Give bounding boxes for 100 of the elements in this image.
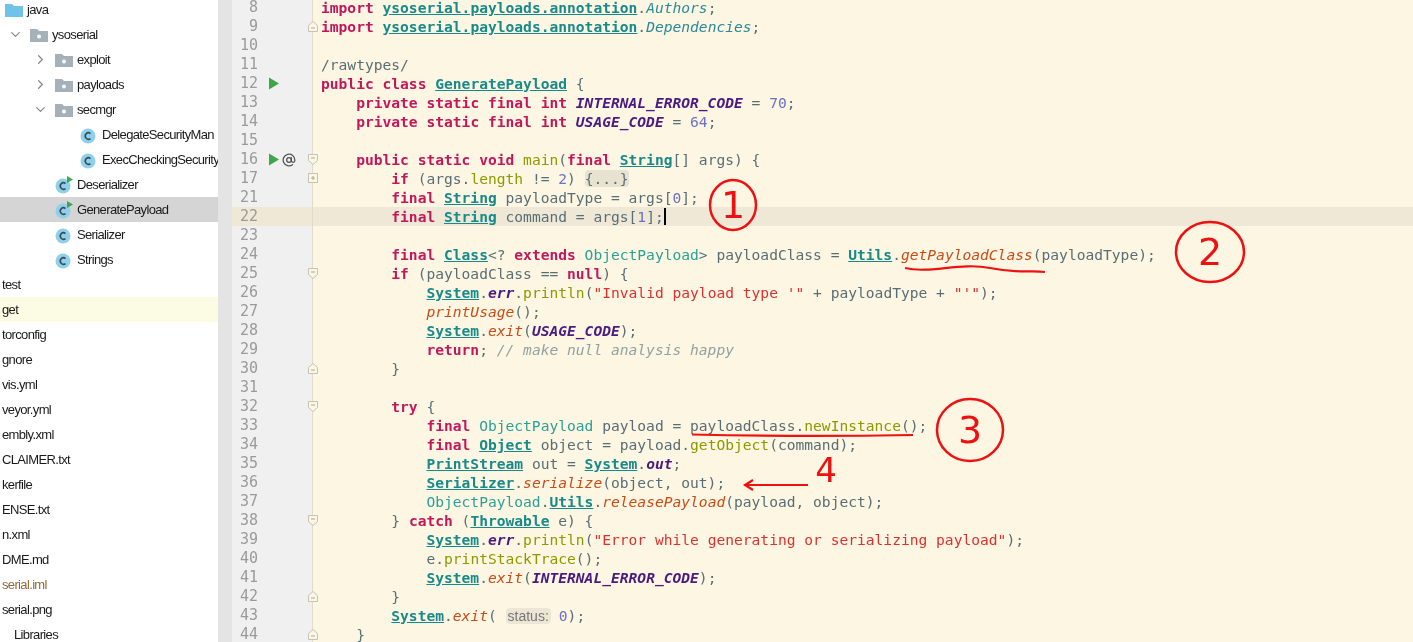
tree-item[interactable]: torconfig [0, 322, 218, 347]
code-line: System.exit( status: 0); [390, 607, 586, 624]
code-line: return; // make null analysis happy [425, 341, 734, 358]
splitter-bar[interactable] [218, 0, 232, 642]
line-number: 43 [238, 605, 258, 627]
tree-item[interactable]: Strings [0, 247, 218, 272]
circled-number: 2 [1174, 220, 1246, 284]
code-line: final ObjectPayload payload = payloadClass.newInstance(); [425, 417, 928, 434]
line-number: 8 [247, 0, 258, 19]
line-number: 24 [238, 244, 258, 266]
tree-item[interactable]: payloads [0, 72, 218, 97]
line-number: 26 [238, 282, 258, 304]
tree-item[interactable]: ENSE.txt [0, 497, 218, 522]
item-label: serial.png [2, 600, 52, 619]
tree-item[interactable]: java [0, 0, 218, 22]
item-label: embly.xml [2, 425, 54, 444]
fold-marker-icon[interactable] [308, 629, 318, 640]
code-line: try { [390, 398, 436, 415]
line-number: 27 [238, 301, 258, 323]
tree-item[interactable]: exploit [0, 47, 218, 72]
code-line: } [390, 588, 401, 605]
fold-marker-icon[interactable] [308, 401, 318, 412]
line-number: 25 [238, 263, 258, 285]
tree-item[interactable]: vis.yml [0, 372, 218, 397]
line-number: 31 [238, 377, 258, 399]
fold-marker-icon[interactable] [308, 268, 318, 279]
item-label: CLAIMER.txt [2, 450, 70, 469]
item-label: java [27, 0, 49, 19]
line-number: 17 [238, 168, 258, 190]
line-number: 41 [238, 567, 258, 589]
fold-marker-icon[interactable] [308, 363, 318, 374]
line-number: 44 [238, 624, 258, 642]
tree-item[interactable]: serial.png [0, 597, 218, 622]
line-number: 38 [238, 510, 258, 532]
at-sign-icon[interactable] [282, 152, 296, 167]
code-line: } [355, 626, 365, 642]
tree-item[interactable]: get [0, 297, 218, 322]
line-number: 14 [238, 111, 258, 133]
tree-item[interactable]: DelegateSecurityMan [0, 122, 218, 147]
item-label: exploit [77, 50, 111, 69]
item-label: Libraries [14, 625, 58, 642]
line-number: 42 [238, 586, 258, 608]
tree-item[interactable]: n.xml [0, 522, 218, 547]
code-line: /rawtypes/ [321, 56, 409, 73]
tree-item[interactable]: Deserializer [0, 172, 218, 197]
tree-item[interactable]: embly.xml [0, 422, 218, 447]
code-line: if (payloadClass == null) { [390, 265, 629, 282]
code-line: public class GeneratePayload { [321, 75, 585, 92]
tree-item[interactable]: veyor.yml [0, 397, 218, 422]
tree-item[interactable]: secmgr [0, 97, 218, 122]
fold-marker-icon[interactable] [308, 515, 318, 526]
item-label: kerfile [2, 475, 33, 494]
code-line: ObjectPayload.Utils.releasePayload(payload, object); [425, 493, 884, 510]
fold-marker-icon[interactable] [308, 591, 318, 602]
line-number: 30 [238, 358, 258, 380]
line-number: 28 [238, 320, 258, 342]
tree-item[interactable]: GeneratePayload [0, 197, 218, 222]
tree-item[interactable]: Libraries [0, 622, 218, 642]
run-icon[interactable] [268, 153, 280, 166]
tree-item[interactable]: CLAIMER.txt [0, 447, 218, 472]
code-line: } [390, 360, 401, 377]
line-number: 32 [238, 396, 258, 418]
tree-item[interactable]: serial.iml [0, 572, 218, 597]
item-label: gnore [2, 350, 32, 369]
circled-number: 1 [708, 178, 758, 232]
circled-number: 3 [935, 397, 1005, 463]
tree-item[interactable]: ysoserial [0, 22, 218, 47]
package-icon [55, 102, 73, 117]
code-line: System.err.println("Error while generating or serializing payload"); [425, 531, 1024, 548]
fold-expand-icon[interactable] [308, 173, 318, 183]
line-number: 39 [238, 529, 258, 551]
code-line: public static void main(final String[] args) { [355, 151, 761, 168]
code-line: Serializer.serialize(object, out); [425, 474, 726, 491]
tree-item[interactable]: kerfile [0, 472, 218, 497]
item-label: ENSE.txt [2, 500, 50, 519]
item-label: ysoserial [52, 25, 98, 44]
fold-marker-icon[interactable] [308, 154, 318, 165]
code-line: final String command = args[1]; [390, 208, 664, 225]
code-line: System.exit(INTERNAL_ERROR_CODE); [425, 569, 717, 586]
line-number: 13 [238, 92, 258, 114]
line-number: 23 [238, 225, 258, 247]
item-label: Deserializer [77, 175, 138, 194]
package-icon [55, 77, 73, 92]
code-line: if (args.length != 2) {...} [390, 170, 629, 187]
item-label: Strings [77, 250, 113, 269]
fold-marker-icon[interactable] [308, 21, 318, 32]
code-line: import ysoserial.payloads.annotation.Dependencies; [321, 18, 761, 35]
runnable-class-icon [55, 200, 73, 219]
line-number: 16 [238, 149, 258, 171]
tree-item[interactable]: gnore [0, 347, 218, 372]
code-line: e.printStackTrace(); [425, 550, 603, 567]
run-icon[interactable] [268, 77, 280, 90]
line-number: 10 [238, 35, 258, 57]
tree-item[interactable]: DME.md [0, 547, 218, 572]
tree-item[interactable]: test [0, 272, 218, 297]
item-label: vis.yml [2, 375, 38, 394]
code-line: private static final int USAGE_CODE = 64; [355, 113, 717, 130]
item-label: payloads [77, 75, 124, 94]
code-line: System.err.println("Invalid payload type '" + payloadType + "'"); [425, 284, 998, 301]
tree-item[interactable]: Serializer [0, 222, 218, 247]
